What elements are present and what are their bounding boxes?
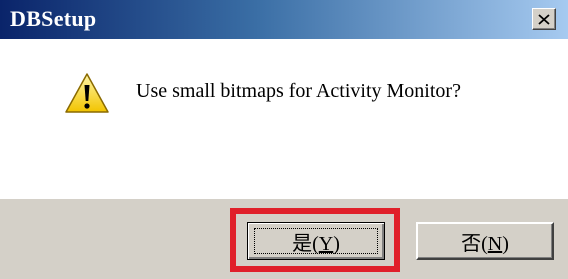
message-area bbox=[0, 39, 568, 199]
yes-button[interactable]: 是(Y) bbox=[247, 222, 385, 260]
close-icon bbox=[538, 13, 550, 25]
no-button[interactable]: 否(N) bbox=[416, 222, 554, 260]
warning-icon bbox=[65, 73, 109, 113]
close-button[interactable] bbox=[532, 8, 556, 30]
dialog-message: Use small bitmaps for Activity Monitor? bbox=[136, 80, 461, 102]
window-title: DBSetup bbox=[10, 6, 97, 31]
no-button-label: 否(N) bbox=[461, 232, 509, 255]
title-bar[interactable]: DBSetup bbox=[0, 0, 568, 39]
dialog-window: DBSetup Use small bitmaps for Activity M… bbox=[0, 0, 568, 279]
focus-rectangle bbox=[254, 228, 378, 254]
